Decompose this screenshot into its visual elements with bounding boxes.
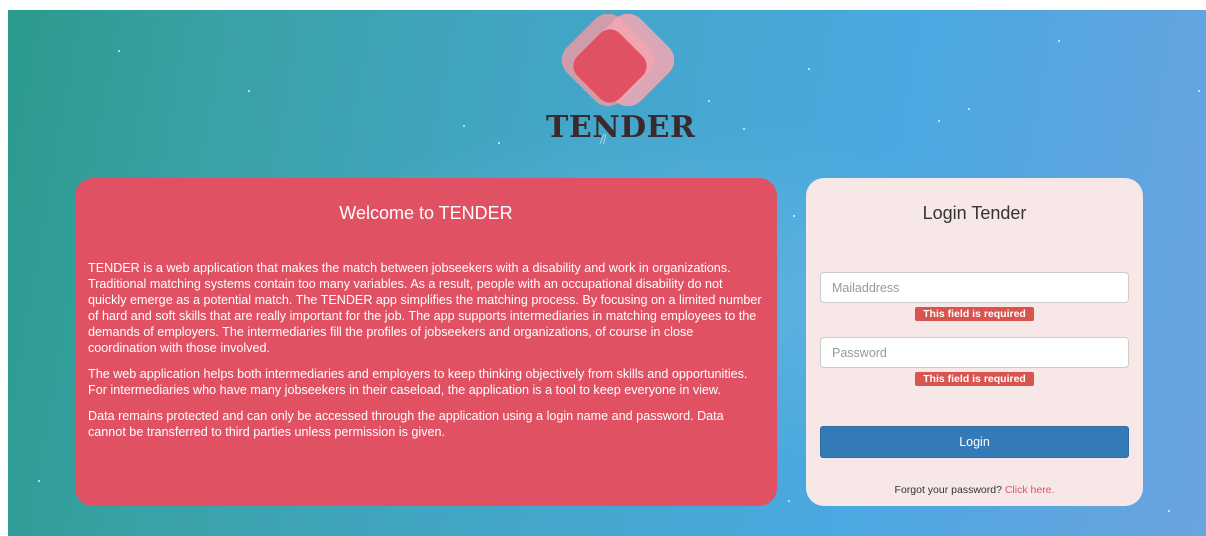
- password-field[interactable]: [820, 337, 1129, 368]
- welcome-paragraph: The web application helps both intermedi…: [88, 367, 748, 397]
- login-title: Login Tender: [922, 203, 1027, 223]
- welcome-body: TENDER is a web application that makes t…: [88, 260, 764, 440]
- login-button[interactable]: Login: [820, 426, 1129, 458]
- password-error-badge: This field is required: [915, 372, 1034, 386]
- email-error-badge: This field is required: [915, 307, 1034, 321]
- forgot-password: Forgot your password? Click here.: [806, 484, 1143, 496]
- welcome-title: Welcome to TENDER: [339, 203, 513, 223]
- welcome-paragraph: Data remains protected and can only be a…: [88, 409, 724, 439]
- forgot-password-link[interactable]: Click here.: [1005, 484, 1055, 496]
- welcome-paragraph: TENDER is a web application that makes t…: [88, 261, 762, 355]
- tender-logo: TENDER: [530, 14, 696, 145]
- email-field[interactable]: [820, 272, 1129, 303]
- welcome-panel: Welcome to TENDER TENDER is a web applic…: [75, 178, 777, 506]
- logo-text: TENDER: [546, 110, 696, 145]
- forgot-password-text: Forgot your password?: [894, 484, 1002, 496]
- login-panel: Login Tender This field is required This…: [806, 178, 1143, 506]
